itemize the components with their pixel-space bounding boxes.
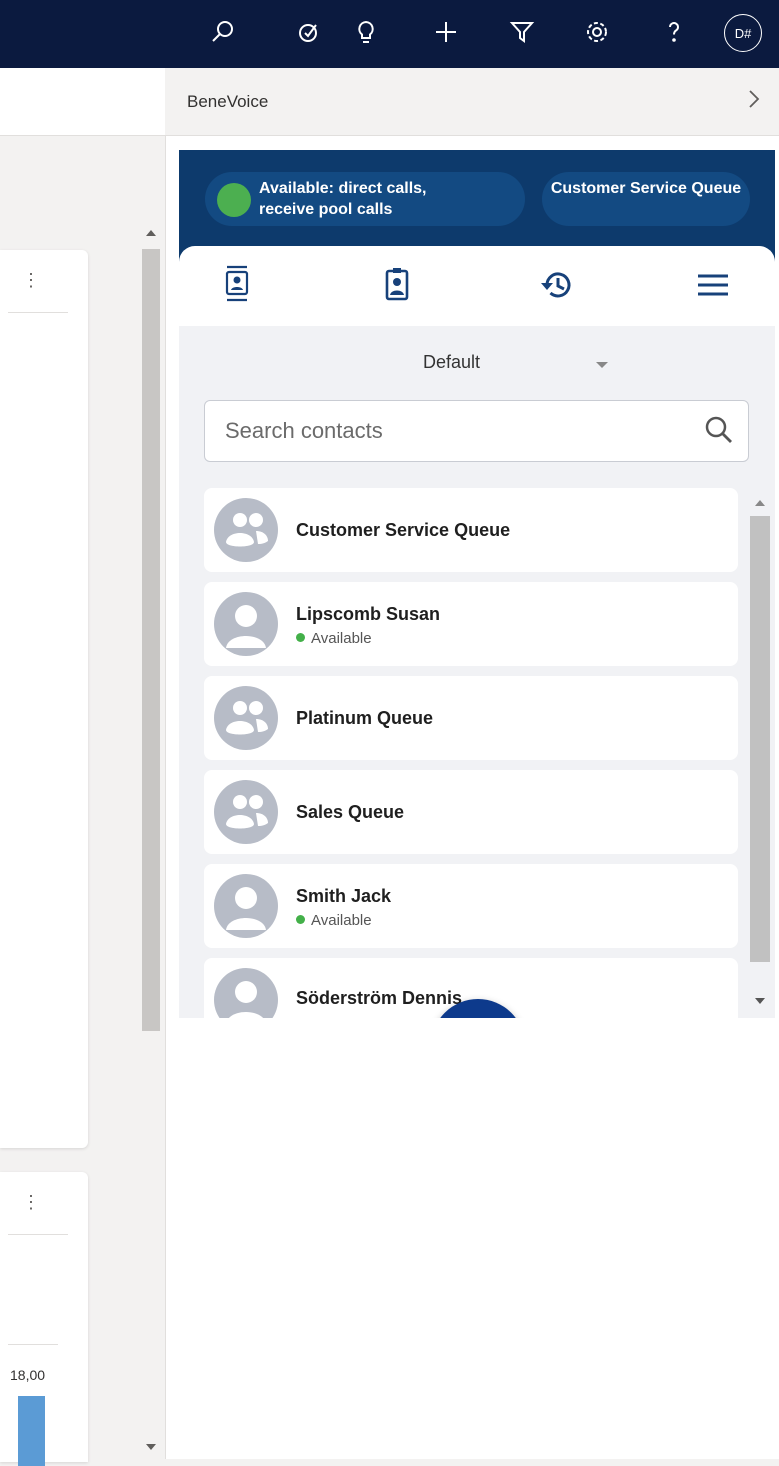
search-icon[interactable]: [206, 12, 240, 52]
contact-name: Sales Queue: [296, 802, 405, 822]
search-input[interactable]: [225, 413, 685, 449]
dashboard-card: ⋮: [0, 250, 88, 1148]
widget-body: Default Customer Service Queue: [179, 246, 775, 1018]
side-pane-title: BeneVoice: [187, 92, 269, 111]
contact-name: Platinum Queue: [296, 708, 434, 728]
benevoice-widget: Available: direct calls, receive pool ca…: [179, 150, 775, 1018]
available-status-icon: [296, 915, 305, 924]
dropdown-value: Default: [423, 352, 481, 372]
filter-icon[interactable]: [505, 12, 539, 52]
contact-list: Customer Service Queue Lipscomb Susan Av…: [204, 488, 739, 1018]
menu-icon: [698, 274, 728, 296]
contacts-panel: Default Customer Service Queue: [179, 326, 775, 1018]
availability-status-button[interactable]: Available: direct calls, receive pool ca…: [205, 172, 525, 226]
side-pane-header: BeneVoice: [165, 68, 779, 136]
collapse-pane-icon[interactable]: [747, 88, 761, 116]
dialpad-button[interactable]: [431, 999, 525, 1018]
search-contacts-field[interactable]: [204, 400, 749, 462]
chevron-down-icon: [596, 362, 608, 368]
contact-item[interactable]: Sales Queue: [204, 770, 738, 854]
tab-call-history[interactable]: [535, 260, 579, 310]
card-divider: [8, 1234, 68, 1235]
contact-item[interactable]: Smith Jack Available: [204, 864, 738, 948]
tab-contacts[interactable]: [215, 260, 259, 310]
chart-data-label: 18,00: [10, 1367, 46, 1383]
target-icon[interactable]: [292, 12, 326, 52]
more-options-icon[interactable]: ⋮: [22, 270, 40, 291]
scrollbar-thumb[interactable]: [142, 249, 160, 1031]
chart-card: ⋮ 18,00: [0, 1172, 88, 1466]
chart-gridline: [8, 1344, 58, 1345]
search-icon[interactable]: [704, 415, 734, 450]
settings-icon[interactable]: [580, 12, 614, 52]
top-navigation-bar: D#: [0, 0, 779, 68]
contacts-book-icon: [225, 265, 249, 302]
group-avatar-icon: [214, 498, 278, 562]
contact-group-dropdown[interactable]: Default: [179, 346, 775, 382]
tab-menu[interactable]: [691, 260, 735, 310]
availability-status-text: Available: direct calls, receive pool ca…: [259, 180, 427, 218]
scroll-down-arrow-icon[interactable]: [755, 998, 765, 1004]
presence-label: Available: [311, 630, 372, 647]
help-icon[interactable]: [657, 12, 691, 52]
contact-name: Customer Service Queue: [296, 520, 511, 540]
command-bar: [0, 68, 165, 136]
lightbulb-icon[interactable]: [349, 12, 383, 52]
contact-item[interactable]: Platinum Queue: [204, 676, 738, 760]
group-avatar-icon: [214, 686, 278, 750]
scroll-up-arrow-icon[interactable]: [146, 230, 156, 236]
tab-badge-contacts[interactable]: [375, 260, 419, 310]
scrollbar-thumb[interactable]: [750, 516, 770, 962]
user-avatar[interactable]: D#: [724, 14, 762, 52]
more-options-icon[interactable]: ⋮: [22, 1192, 40, 1213]
contact-list-scrollbar[interactable]: [750, 488, 770, 1018]
group-avatar-icon: [214, 780, 278, 844]
widget-tabs: [179, 246, 775, 326]
id-badge-icon: [385, 268, 409, 301]
scroll-down-arrow-icon[interactable]: [146, 1444, 156, 1450]
available-status-icon: [296, 633, 305, 642]
presence-label: Available: [311, 912, 372, 929]
person-avatar-icon: [214, 874, 278, 938]
contact-name: Smith Jack: [296, 886, 392, 906]
queue-button[interactable]: Customer Service Queue: [542, 172, 750, 226]
presence-status: Available: [296, 630, 372, 647]
person-avatar-icon: [214, 592, 278, 656]
available-status-icon: [217, 183, 251, 217]
plus-icon[interactable]: [429, 12, 463, 52]
dialpad-phone-icon: [431, 999, 525, 1018]
scroll-up-arrow-icon[interactable]: [755, 500, 765, 506]
history-icon: [541, 272, 571, 298]
contact-name: Lipscomb Susan: [296, 604, 441, 624]
presence-status: Available: [296, 912, 372, 929]
main-scrollbar[interactable]: [141, 222, 161, 1459]
card-divider: [8, 312, 68, 313]
contact-item[interactable]: Customer Service Queue: [204, 488, 738, 572]
person-avatar-icon: [214, 968, 278, 1018]
contact-item[interactable]: Lipscomb Susan Available: [204, 582, 738, 666]
chart-bar[interactable]: [18, 1396, 45, 1466]
